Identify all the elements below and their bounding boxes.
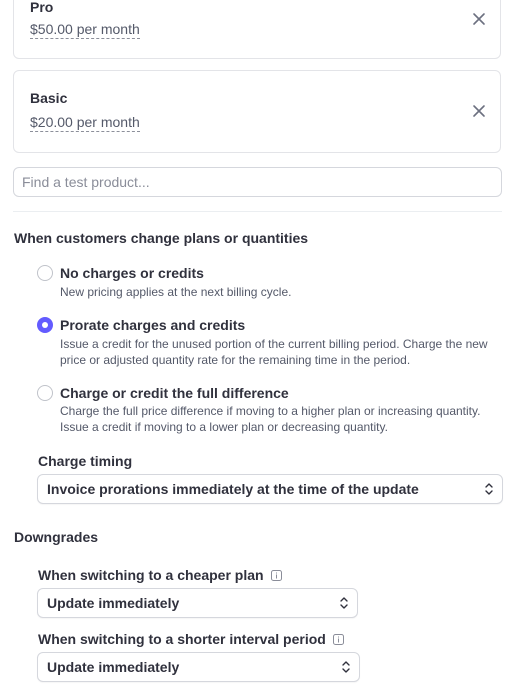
option-description: Charge the full price difference if movi… [60, 404, 481, 434]
divider [13, 211, 502, 212]
option-description: New pricing applies at the next billing … [60, 285, 292, 299]
cheaper-plan-select[interactable]: Update immediately [37, 588, 358, 618]
info-icon[interactable] [332, 633, 344, 645]
option-label-no-charges[interactable]: No charges or credits [60, 265, 204, 281]
option-label-full-difference[interactable]: Charge or credit the full difference [60, 385, 289, 401]
charge-timing-select[interactable]: Invoice prorations immediately at the ti… [37, 474, 503, 504]
option-description: Issue a credit for the unused portion of… [60, 337, 488, 367]
shorter-interval-label: When switching to a shorter interval per… [38, 631, 344, 647]
chevron-up-down-icon [340, 597, 348, 609]
select-value: Update immediately [47, 595, 180, 611]
product-name: Pro [30, 0, 54, 15]
charge-timing-label: Charge timing [38, 453, 132, 469]
chevron-up-down-icon [342, 661, 350, 673]
product-card-basic: Basic $20.00 per month [13, 70, 501, 153]
radio-no-charges[interactable] [37, 265, 53, 281]
cheaper-plan-label: When switching to a cheaper plan [38, 567, 282, 583]
search-input[interactable] [13, 167, 502, 197]
info-icon[interactable] [270, 569, 282, 581]
select-value: Invoice prorations immediately at the ti… [47, 481, 419, 497]
cheaper-plan-label-text: When switching to a cheaper plan [38, 567, 264, 583]
radio-prorate[interactable] [37, 317, 53, 333]
section-title-downgrades: Downgrades [14, 529, 99, 545]
shorter-interval-label-text: When switching to a shorter interval per… [38, 631, 326, 647]
product-name: Basic [30, 90, 68, 106]
close-icon[interactable] [472, 104, 486, 118]
chevron-up-down-icon [485, 483, 493, 495]
section-title-proration: When customers change plans or quantitie… [14, 230, 309, 246]
product-price[interactable]: $20.00 per month [30, 114, 140, 132]
product-price[interactable]: $50.00 per month [30, 21, 140, 39]
shorter-interval-select[interactable]: Update immediately [37, 652, 360, 682]
close-icon[interactable] [472, 12, 486, 26]
select-value: Update immediately [47, 659, 180, 675]
option-label-prorate[interactable]: Prorate charges and credits [60, 317, 245, 333]
product-card-pro: Pro $50.00 per month [13, 0, 501, 59]
radio-full-difference[interactable] [37, 385, 53, 401]
charge-timing-label-text: Charge timing [38, 453, 133, 469]
